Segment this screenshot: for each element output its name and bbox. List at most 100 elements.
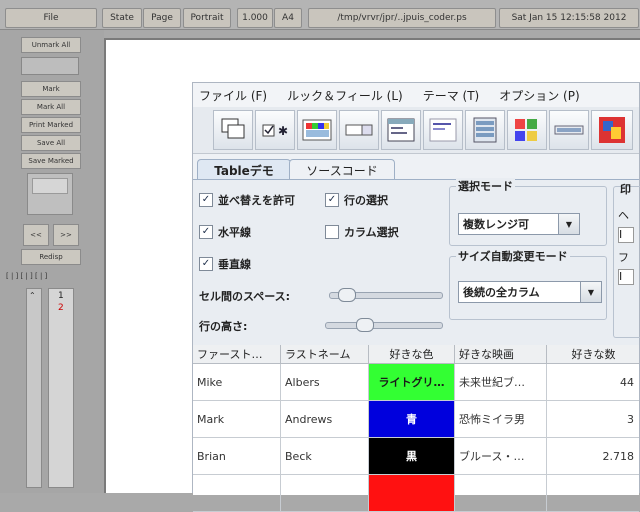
table-row[interactable] <box>193 475 639 512</box>
table-row[interactable]: Mark Andrews 青 恐怖ミイラ男 3 <box>193 401 639 438</box>
resize-mode-title: サイズ自動変更モード <box>456 248 570 264</box>
header-favorite-color[interactable]: 好きな色 <box>369 345 455 363</box>
table-row[interactable]: Mike Albers ライトグリ… 未来世紀ブ… 44 <box>193 364 639 401</box>
mark-all-button[interactable]: Mark All <box>21 99 81 115</box>
menu-look-and-feel[interactable]: ルック＆フィール (L) <box>287 87 403 104</box>
selection-mode-value: 複数レンジ可 <box>463 218 529 231</box>
right-group-field-1[interactable]: I <box>618 227 634 243</box>
cell-favorite-color[interactable]: 青 <box>369 401 455 437</box>
cell-favorite-number[interactable]: 2.718 <box>547 438 640 474</box>
right-group-field-2[interactable]: I <box>618 269 634 285</box>
top-toolbar: File State Page Portrait 1.000 A4 /tmp/v… <box>0 0 640 30</box>
mark-button[interactable]: Mark <box>21 81 81 97</box>
mark-input-field[interactable] <box>21 57 79 75</box>
progress-bar-demo-icon[interactable] <box>549 110 589 150</box>
menu-file[interactable]: ファイル (F) <box>199 87 267 104</box>
header-first-name[interactable]: ファースト… <box>193 345 281 363</box>
vertical-lines-checkbox[interactable]: ✓ 垂直線 <box>199 256 251 272</box>
table-header: ファースト… ラストネーム 好きな色 好きな映画 好きな数 <box>193 345 639 364</box>
menu-theme[interactable]: テーマ (T) <box>423 87 480 104</box>
people-table[interactable]: ファースト… ラストネーム 好きな色 好きな映画 好きな数 Mike Alber… <box>193 345 639 512</box>
horizontal-lines-checkbox[interactable]: ✓ 水平線 <box>199 224 251 240</box>
cell-last-name[interactable]: Beck <box>281 438 369 474</box>
zoom-button[interactable]: 1.000 <box>237 8 273 28</box>
file-chooser-demo-icon[interactable] <box>381 110 421 150</box>
menu-options[interactable]: オプション (P) <box>499 87 579 104</box>
combobox-demo-icon[interactable] <box>339 110 379 150</box>
allow-sorting-checkbox[interactable]: ✓ 並べ替えを許可 <box>199 192 295 208</box>
row-selection-checkbox[interactable]: ✓ 行の選択 <box>325 192 388 208</box>
cell-spacing-slider-thumb[interactable] <box>338 288 356 302</box>
resize-mode-combobox[interactable]: 後続の全カラム ▼ <box>458 281 602 303</box>
right-options-group: 印 ヘ I フ I <box>613 183 640 338</box>
right-group-label-1: ヘ <box>618 209 629 222</box>
orientation-button[interactable]: Portrait <box>183 8 231 28</box>
list-demo-icon[interactable] <box>465 110 505 150</box>
internal-frame-demo-icon[interactable] <box>213 110 253 150</box>
cell-favorite-color[interactable]: ライトグリ… <box>369 364 455 400</box>
cell-favorite-number[interactable]: 44 <box>547 364 640 400</box>
column-selection-checkbox[interactable]: カラム選択 <box>325 224 399 240</box>
paper-size-button[interactable]: A4 <box>274 8 302 28</box>
save-all-button[interactable]: Save All <box>21 135 81 151</box>
cell-favorite-movie[interactable]: 恐怖ミイラ男 <box>455 401 547 437</box>
cell-last-name[interactable]: Albers <box>281 364 369 400</box>
save-marked-button[interactable]: Save Marked <box>21 153 81 169</box>
right-group-title: 印 <box>620 183 631 196</box>
previous-page-button[interactable]: << <box>23 224 49 246</box>
tab-source-code[interactable]: ソースコード <box>289 159 395 180</box>
unmark-all-button[interactable]: Unmark All <box>21 37 81 53</box>
cell-favorite-number[interactable]: 3 <box>547 401 640 437</box>
cell-favorite-color[interactable]: 黒 <box>369 438 455 474</box>
row-height-label: 行の高さ: <box>199 320 248 333</box>
page-list[interactable]: 1 2 <box>48 288 74 488</box>
resize-mode-value: 後続の全カラム <box>463 286 540 299</box>
cell-first-name[interactable]: Mark <box>193 401 281 437</box>
color-chooser-demo-icon[interactable] <box>297 110 337 150</box>
button-demo-icon[interactable]: ✱ <box>255 110 295 150</box>
row-height-slider[interactable] <box>325 318 443 332</box>
scroll-arrow-icon: ⌃ <box>29 291 36 300</box>
state-button[interactable]: State <box>102 8 142 28</box>
page-button[interactable]: Page <box>143 8 181 28</box>
demo-toolbar: ✱ <box>193 107 639 154</box>
page-preview-thumbnail[interactable] <box>27 173 73 215</box>
resize-mode-group: サイズ自動変更モード 後続の全カラム ▼ <box>449 248 607 320</box>
option-pane-demo-icon[interactable] <box>507 110 547 150</box>
header-favorite-number[interactable]: 好きな数 <box>547 345 640 363</box>
cell-favorite-color[interactable] <box>369 475 455 511</box>
header-favorite-movie[interactable]: 好きな映画 <box>455 345 547 363</box>
cell-last-name[interactable]: Andrews <box>281 401 369 437</box>
checkbox-check-icon: ✓ <box>199 193 213 207</box>
cell-favorite-number[interactable] <box>547 475 640 511</box>
chevron-down-icon: ▼ <box>558 214 579 234</box>
header-last-name[interactable]: ラストネーム <box>281 345 369 363</box>
file-menu-button[interactable]: File <box>5 8 97 28</box>
cell-first-name[interactable]: Brian <box>193 438 281 474</box>
page-list-header: [ | ] [ | ] [ | ] <box>6 272 48 280</box>
page-list-item-marked[interactable]: 2 <box>58 303 64 313</box>
left-control-panel: Unmark All Mark Mark All Print Marked Sa… <box>0 30 104 493</box>
html-demo-icon[interactable] <box>423 110 463 150</box>
page-list-scrollbar[interactable]: ⌃ <box>26 288 42 488</box>
cell-last-name[interactable] <box>281 475 369 511</box>
redisplay-button[interactable]: Redisp <box>21 249 81 265</box>
row-height-slider-thumb[interactable] <box>356 318 374 332</box>
selection-mode-title: 選択モード <box>456 178 515 194</box>
table-row[interactable]: Brian Beck 黒 ブルース・… 2.718 <box>193 438 639 475</box>
cell-favorite-movie[interactable] <box>455 475 547 511</box>
print-marked-button[interactable]: Print Marked <box>21 117 81 133</box>
cell-spacing-slider[interactable] <box>329 288 443 302</box>
cell-first-name[interactable] <box>193 475 281 511</box>
checkbox-empty-icon <box>325 225 339 239</box>
next-page-button[interactable]: >> <box>53 224 79 246</box>
chevron-down-icon: ▼ <box>580 282 601 302</box>
cell-first-name[interactable]: Mike <box>193 364 281 400</box>
scroll-pane-demo-icon[interactable] <box>591 110 633 150</box>
selection-mode-combobox[interactable]: 複数レンジ可 ▼ <box>458 213 580 235</box>
page-list-item[interactable]: 1 <box>58 291 64 301</box>
cell-favorite-movie[interactable]: 未来世紀ブ… <box>455 364 547 400</box>
table-options-panel: ✓ 並べ替えを許可 ✓ 行の選択 ✓ 水平線 カラム選択 ✓ 垂直線 セル間のスペース:… <box>193 178 640 350</box>
tab-table-demo[interactable]: Tableデモ <box>197 159 291 180</box>
cell-favorite-movie[interactable]: ブルース・… <box>455 438 547 474</box>
